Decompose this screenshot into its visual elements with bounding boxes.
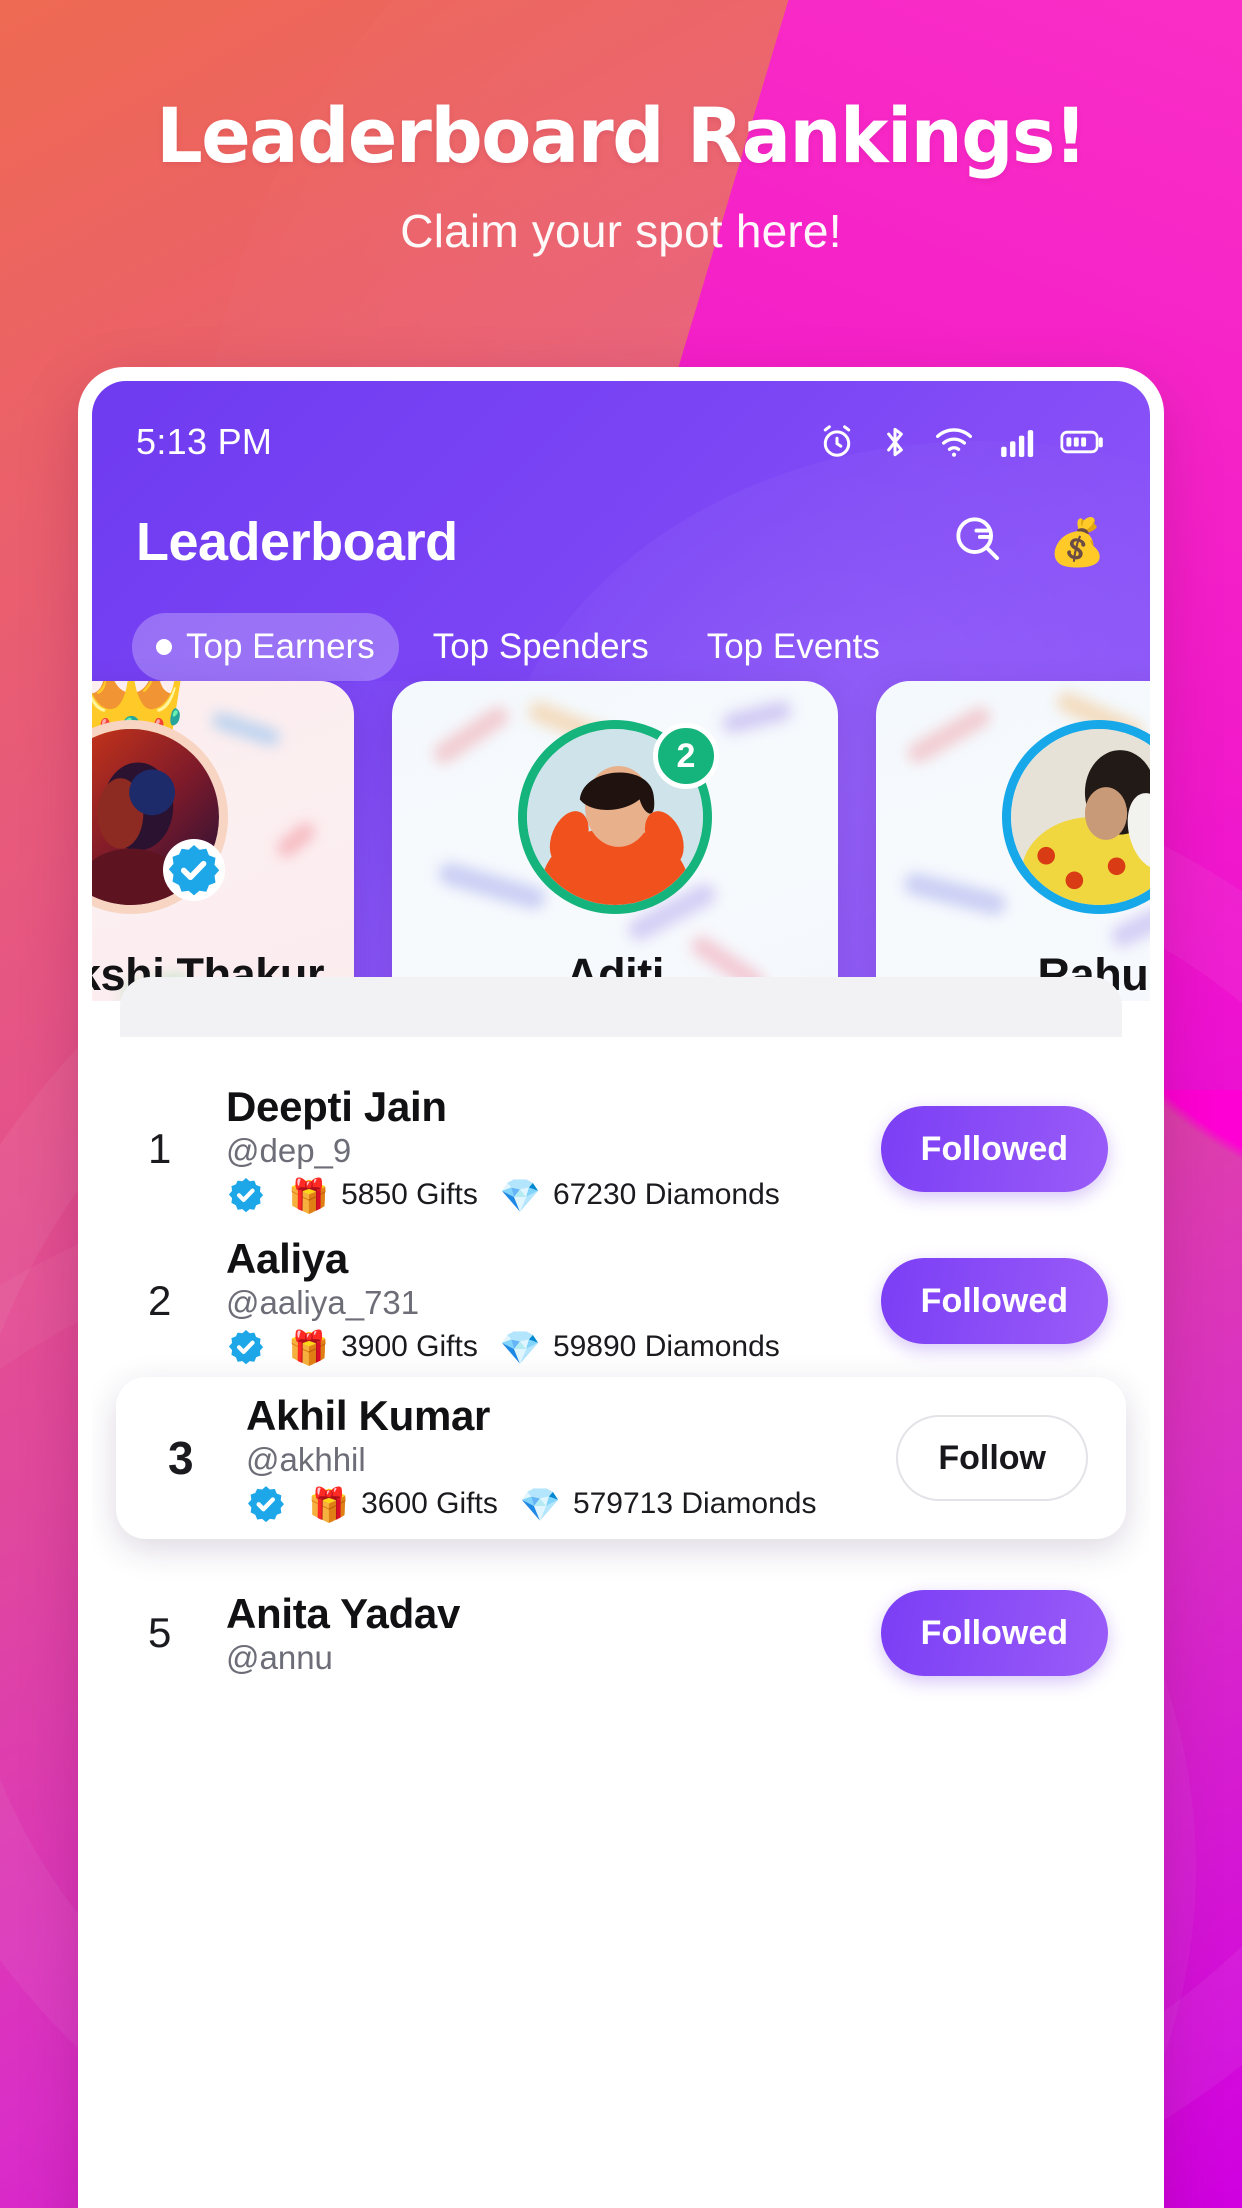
diamond-icon: 💎 (499, 1176, 541, 1214)
row-name: Aaliya (226, 1234, 348, 1282)
follow-button[interactable]: Followed (880, 1590, 1108, 1676)
header-actions: 💰 (951, 512, 1106, 573)
follow-button[interactable]: Followed (880, 1106, 1108, 1192)
diamond-icon: 💎 (499, 1328, 541, 1366)
tab-label: Top Events (706, 627, 880, 666)
battery-icon (1060, 423, 1106, 461)
follow-button[interactable]: Follow (896, 1415, 1088, 1501)
diamonds-stat: 💎 67230 Diamonds (500, 1178, 780, 1212)
tab-label: Top Earners (186, 627, 375, 666)
podium-card-rank-3[interactable]: Rahul @rahul_134 🎁 6225 Gifts (876, 681, 1150, 1001)
wifi-icon (934, 423, 974, 461)
podium-carousel[interactable]: 👑 shi Thakur 2 Aditi Rahul (92, 681, 1150, 1001)
row-name: Akhil Kumar (246, 1391, 491, 1439)
status-bar: 5:13 PM (92, 381, 1150, 463)
active-tab-dot (156, 639, 172, 655)
diamonds-value: 59890 Diamonds (552, 1330, 780, 1364)
podium-card-rank-2[interactable]: 2 Aditi @aditi_8635 🎁 11510 Gifts 💎 8101… (392, 681, 838, 1001)
table-row[interactable]: 2 Aaliya @aaliya_731 🎁 3900 Gifts 💎 5989… (92, 1225, 1150, 1377)
tab-top-earners[interactable]: Top Earners (132, 613, 399, 681)
row-handle: @aaliya_731 (226, 1283, 420, 1321)
leaderboard-tabs: Top Earners Top Spenders Top Events (92, 573, 1150, 681)
gifts-value: 3900 Gifts (341, 1330, 478, 1364)
gifts-stat: 🎁 3900 Gifts (288, 1330, 478, 1364)
row-name: Deepti Jain (226, 1082, 447, 1130)
row-rank: 2 (148, 1277, 172, 1324)
app-title-row: Leaderboard 💰 (92, 463, 1150, 573)
search-icon[interactable] (951, 512, 1007, 573)
promo-header: Leaderboard Rankings! Claim your spot he… (0, 96, 1242, 258)
status-time: 5:13 PM (136, 421, 273, 462)
rank-badge: 2 (653, 723, 719, 789)
money-bag-icon[interactable]: 💰 (1049, 519, 1106, 565)
table-row[interactable]: 3 Akhil Kumar @akhhil 🎁 3600 Gifts 💎 579… (116, 1377, 1126, 1539)
verified-badge-icon (163, 839, 225, 901)
verified-badge-icon (226, 1175, 266, 1215)
table-row[interactable]: 1 Deepti Jain @dep_9 🎁 5850 Gifts 💎 6723… (92, 1073, 1150, 1225)
diamonds-value: 579713 Diamonds (572, 1487, 817, 1521)
verified-badge-icon (226, 1327, 266, 1367)
app-header: 5:13 PM Leaderboard 💰 Top Earners Top Sp… (92, 381, 1150, 1001)
follow-button[interactable]: Followed (880, 1258, 1108, 1344)
gift-icon: 🎁 (308, 1485, 350, 1523)
diamonds-value: 67230 Diamonds (552, 1178, 780, 1212)
row-info: Anita Yadav @annu (220, 1590, 881, 1677)
row-stats: 🎁 5850 Gifts 💎 67230 Diamonds (226, 1175, 881, 1215)
leaderboard-list: 1 Deepti Jain @dep_9 🎁 5850 Gifts 💎 6723… (92, 977, 1150, 1709)
row-handle: @akhhil (246, 1440, 366, 1478)
diamonds-stat: 💎 579713 Diamonds (520, 1487, 817, 1521)
diamond-icon: 💎 (519, 1485, 561, 1523)
phone-screen: 5:13 PM Leaderboard 💰 Top Earners Top Sp… (92, 381, 1150, 2208)
row-info: Deepti Jain @dep_9 🎁 5850 Gifts 💎 67230 … (220, 1083, 881, 1216)
gifts-stat: 🎁 3600 Gifts (308, 1487, 498, 1521)
gifts-stat: 🎁 5850 Gifts (288, 1178, 478, 1212)
gift-icon: 🎁 (288, 1176, 330, 1214)
signal-icon (998, 423, 1036, 461)
table-row[interactable]: 5 Anita Yadav @annu Followed (92, 1557, 1150, 1709)
row-info: Akhil Kumar @akhhil 🎁 3600 Gifts 💎 57971… (240, 1392, 896, 1525)
row-info: Aaliya @aaliya_731 🎁 3900 Gifts 💎 59890 … (220, 1235, 881, 1368)
page-title: Leaderboard (136, 512, 458, 572)
row-name: Anita Yadav (226, 1589, 461, 1637)
avatar[interactable] (1011, 729, 1150, 905)
verified-badge-icon (246, 1484, 286, 1524)
tab-top-spenders[interactable]: Top Spenders (409, 613, 673, 681)
gifts-value: 3600 Gifts (361, 1487, 498, 1521)
avatar-wrap: 👑 (92, 681, 225, 905)
list-sheet-edge (120, 977, 1122, 1037)
gift-icon: 🎁 (288, 1328, 330, 1366)
phone-mockup: 5:13 PM Leaderboard 💰 Top Earners Top Sp… (78, 367, 1164, 2208)
tab-label: Top Spenders (432, 627, 649, 666)
avatar-wrap (1011, 729, 1150, 905)
row-rank: 3 (168, 1432, 194, 1484)
status-icon-group (818, 423, 1106, 461)
avatar-wrap: 2 (527, 723, 719, 905)
row-rank: 5 (148, 1609, 172, 1656)
promo-subtitle: Claim your spot here! (400, 204, 842, 257)
alarm-icon (818, 423, 856, 461)
row-handle: @dep_9 (226, 1131, 352, 1169)
gifts-value: 5850 Gifts (341, 1178, 478, 1212)
row-handle: @annu (226, 1638, 333, 1676)
promo-title: Leaderboard Rankings! (156, 91, 1087, 180)
podium-card-rank-1[interactable]: 👑 shi Thakur (92, 681, 354, 1001)
row-stats: 🎁 3900 Gifts 💎 59890 Diamonds (226, 1327, 881, 1367)
diamonds-stat: 💎 59890 Diamonds (500, 1330, 780, 1364)
tab-top-events[interactable]: Top Events (683, 613, 904, 681)
row-stats: 🎁 3600 Gifts 💎 579713 Diamonds (246, 1484, 896, 1524)
row-rank: 1 (148, 1125, 172, 1172)
bluetooth-icon (880, 423, 910, 461)
